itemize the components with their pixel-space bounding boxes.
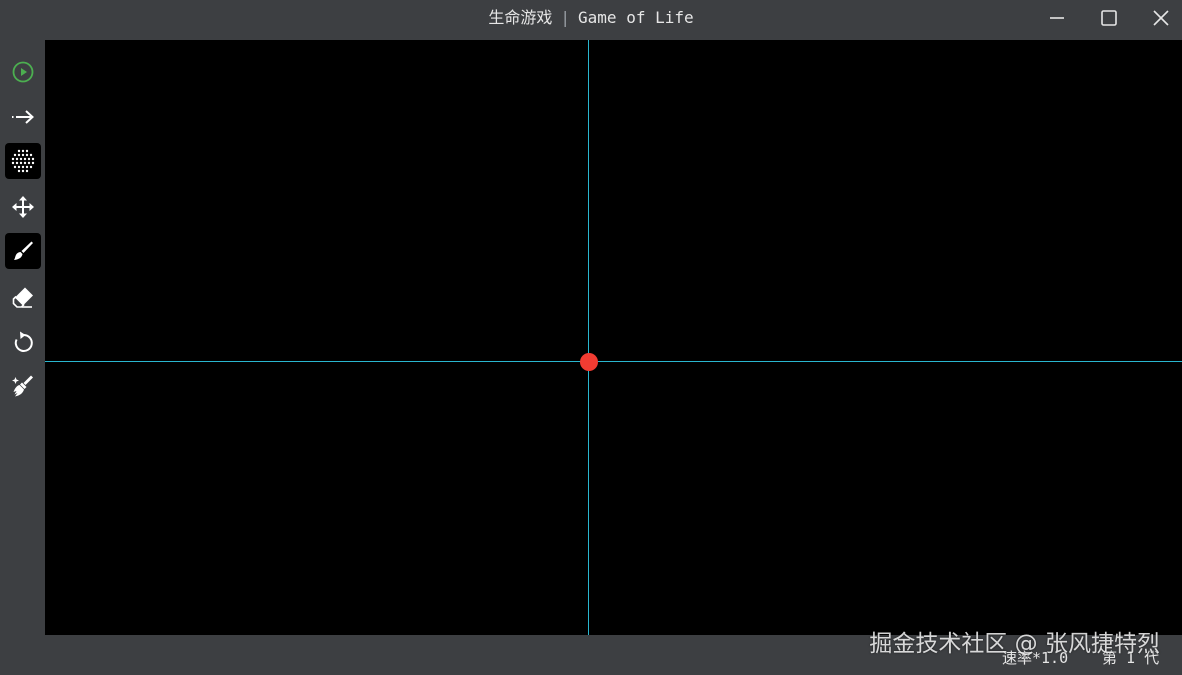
move-tool-button[interactable] xyxy=(5,189,41,225)
window-title-separator: | xyxy=(560,8,571,27)
play-button[interactable] xyxy=(5,54,41,90)
arrow-right-icon xyxy=(12,110,34,124)
horizontal-axis-line xyxy=(45,361,1182,362)
refresh-icon xyxy=(14,331,33,352)
brush-tool-button[interactable] xyxy=(5,233,41,269)
minimize-button[interactable] xyxy=(1032,0,1082,36)
maximize-button[interactable] xyxy=(1084,0,1134,36)
game-canvas[interactable] xyxy=(45,40,1182,635)
eraser-tool-button[interactable] xyxy=(5,279,41,315)
clear-button[interactable] xyxy=(5,368,41,404)
close-button[interactable] xyxy=(1136,0,1182,36)
window-title: 生命游戏 | Game of Life xyxy=(0,0,1182,36)
brush-icon xyxy=(14,241,33,260)
reset-button[interactable] xyxy=(5,324,41,360)
window-title-cn: 生命游戏 xyxy=(488,8,553,27)
tool-sidebar xyxy=(0,40,45,635)
play-circle-icon xyxy=(12,61,34,83)
broom-icon xyxy=(12,375,33,397)
title-bar[interactable]: 生命游戏 | Game of Life xyxy=(0,0,1182,40)
move-arrows-icon xyxy=(12,196,34,218)
window-title-en: Game of Life xyxy=(578,8,694,27)
app-window: 生命游戏 | Game of Life 速率*1.0 第 1 代 掘金技术社区 … xyxy=(0,0,1182,675)
dot-grid-icon xyxy=(11,149,35,173)
close-icon xyxy=(1153,10,1169,26)
step-button[interactable] xyxy=(5,99,41,135)
grid-toggle-button[interactable] xyxy=(5,143,41,179)
eraser-icon xyxy=(12,287,33,308)
vertical-axis-line xyxy=(588,40,589,635)
origin-marker xyxy=(580,353,598,371)
minimize-icon xyxy=(1050,17,1064,19)
maximize-icon xyxy=(1101,10,1117,26)
watermark: 掘金技术社区 @ 张风捷特烈 xyxy=(869,631,1160,657)
